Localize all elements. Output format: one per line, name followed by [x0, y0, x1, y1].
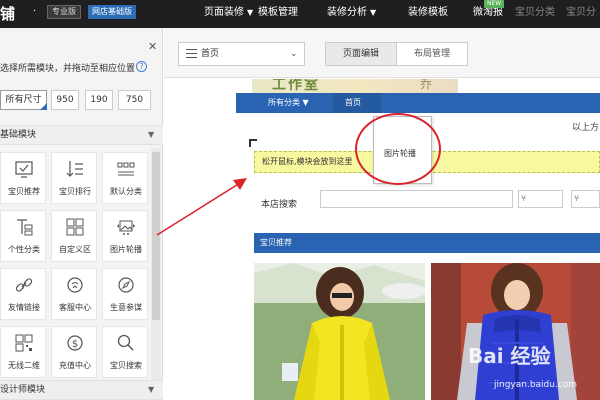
nav-decoration-templates[interactable]: 装修模板 — [408, 0, 448, 28]
tab-layout-management[interactable]: 布局管理 — [396, 42, 468, 66]
section-designer-modules-label: 设计师模块 — [0, 385, 46, 395]
shop-banner-text: 工作室 — [272, 79, 320, 93]
page-select[interactable]: 首页 ⌄ — [178, 42, 305, 66]
top-bar: 铺 · 专业版 网店基础版 页面装修 ▼ 模板管理 装修分析 ▼ 装修模板 微淘报 … — [0, 0, 600, 28]
right-note: 以上方 — [572, 123, 600, 133]
widget-item-friend-links[interactable]: 友情链接 — [0, 268, 46, 320]
widget-label: 默认分类 — [110, 187, 142, 196]
nav-item-category-2[interactable]: 宝贝分 — [566, 0, 596, 28]
widget-item-qr-code[interactable]: 无线二维 — [0, 326, 46, 378]
widget-label: 客服中心 — [59, 303, 91, 312]
help-icon[interactable]: ? — [136, 61, 147, 72]
new-badge: NEW — [484, 0, 505, 8]
shop-search-input[interactable] — [320, 190, 513, 208]
chevron-down-icon: ⌄ — [290, 49, 298, 59]
module-panel-scroll-thumb[interactable] — [152, 152, 160, 320]
category-grid-icon — [117, 162, 135, 176]
shop-banner-right-text: 乔 — [420, 79, 433, 91]
brand-separator: · — [33, 6, 37, 17]
shop-nav-home[interactable]: 首页 — [345, 93, 361, 113]
product-photo — [254, 263, 425, 400]
size-filter-all[interactable]: 所有尺寸 — [0, 90, 47, 110]
nav-page-decoration-label: 页面装修 — [204, 7, 244, 18]
widget-item-default-category[interactable]: 默认分类 — [102, 152, 148, 204]
widget-item-ranking[interactable]: 宝贝排行 — [51, 152, 97, 204]
edition-badge-pro: 专业版 — [47, 5, 81, 19]
search-icon — [117, 334, 134, 351]
widget-item-customer-service[interactable]: 客服中心 — [51, 268, 97, 320]
brand-logo: 铺 — [0, 5, 16, 23]
nav-item-category-2-label: 宝贝分 — [566, 7, 596, 18]
widget-item-image-carousel[interactable]: 图片轮播 — [102, 210, 148, 262]
drop-position-marker — [249, 139, 257, 147]
widget-item-custom-area[interactable]: 自定义区 — [51, 210, 97, 262]
section-basic-modules-label: 基础模块 — [0, 130, 37, 140]
price-max-input[interactable]: ¥ — [571, 190, 600, 208]
nav-item-category[interactable]: 宝贝分类 — [515, 0, 555, 28]
monitor-check-icon — [15, 161, 33, 178]
widget-label: 自定义区 — [59, 245, 91, 254]
widget-label: 宝贝推荐 — [8, 187, 40, 196]
link-icon — [15, 278, 33, 292]
shop-search-label: 本店搜索 — [261, 200, 298, 210]
baidu-jingyan-watermark: Bai 经验 — [468, 344, 551, 368]
page-select-value: 首页 — [201, 49, 220, 59]
recommend-section-title: 宝贝推荐 — [260, 238, 292, 247]
widget-label: 图片轮播 — [110, 245, 142, 254]
baidu-jingyan-url: jingyan.baidu.com — [494, 380, 578, 390]
nav-page-decoration[interactable]: 页面装修 ▼ — [204, 0, 253, 28]
custom-area-icon — [66, 218, 84, 236]
widget-label: 充值中心 — [59, 361, 91, 370]
widget-label: 无线二维 — [8, 361, 40, 370]
product-image-yellow-jacket[interactable] — [254, 263, 425, 400]
widget-label: 宝贝排行 — [59, 187, 91, 196]
nav-decoration-analysis[interactable]: 装修分析 ▼ — [327, 0, 376, 28]
widget-label: 生意参谋 — [110, 303, 142, 312]
nav-template-management-label: 模板管理 — [258, 7, 298, 18]
widget-item-business-advisor[interactable]: 生意参谋 — [102, 268, 148, 320]
custom-category-icon — [17, 219, 33, 236]
module-panel: ✕ 选择所需模块，并拖动至相应位置 ? 所有尺寸 950 190 750 基础模… — [0, 28, 163, 400]
shop-banner: 工作室 乔 — [252, 79, 458, 93]
module-panel-hint: 选择所需模块，并拖动至相应位置 — [0, 64, 136, 74]
widget-item-recommend[interactable]: 宝贝推荐 — [0, 152, 46, 204]
section-designer-modules[interactable]: 设计师模块 ▼ — [0, 380, 163, 400]
menu-icon — [186, 49, 197, 61]
shop-nav-all-categories[interactable]: 所有分类 ▼ — [268, 93, 309, 113]
qr-code-icon — [15, 334, 33, 352]
chevron-down-icon: ▼ — [370, 8, 377, 17]
sort-list-icon — [66, 161, 83, 177]
size-filter-750[interactable]: 750 — [118, 90, 151, 110]
tab-page-edit[interactable]: 页面编辑 — [325, 42, 397, 66]
svg-text:$: $ — [72, 339, 78, 350]
widget-label: 友情链接 — [8, 303, 40, 312]
nav-template-management[interactable]: 模板管理 — [258, 0, 298, 28]
nav-item-category-label: 宝贝分类 — [515, 7, 555, 18]
recommend-section-header — [254, 233, 600, 253]
close-icon[interactable]: ✕ — [148, 40, 157, 53]
widget-item-item-search[interactable]: 宝贝搜索 — [102, 326, 148, 378]
widget-item-recharge[interactable]: $ 充值中心 — [51, 326, 97, 378]
image-carousel-icon — [117, 220, 135, 235]
price-min-input[interactable]: ¥ — [518, 190, 563, 208]
widget-label: 个性分类 — [8, 245, 40, 254]
nav-weitao-label: 微淘报 — [473, 7, 503, 18]
dollar-icon: $ — [67, 335, 83, 351]
annotation-circle — [355, 113, 441, 185]
widget-item-custom-category[interactable]: 个性分类 — [0, 210, 46, 262]
compass-icon — [118, 277, 134, 293]
chevron-down-icon: ▼ — [148, 130, 155, 139]
widget-label: 宝贝搜索 — [110, 361, 142, 370]
section-basic-modules[interactable]: 基础模块 ▼ — [0, 125, 163, 145]
edition-badge-version: 网店基础版 — [88, 5, 136, 19]
nav-decoration-analysis-label: 装修分析 — [327, 7, 367, 18]
customer-service-icon — [67, 277, 83, 293]
size-filter-190[interactable]: 190 — [85, 90, 113, 110]
chevron-down-icon: ▼ — [247, 8, 254, 17]
nav-decoration-templates-label: 装修模板 — [408, 7, 448, 18]
size-filter-950[interactable]: 950 — [51, 90, 79, 110]
dropzone-hint: 松开鼠标,模块会放到这里 — [262, 157, 353, 166]
chevron-down-icon: ▼ — [148, 385, 155, 394]
